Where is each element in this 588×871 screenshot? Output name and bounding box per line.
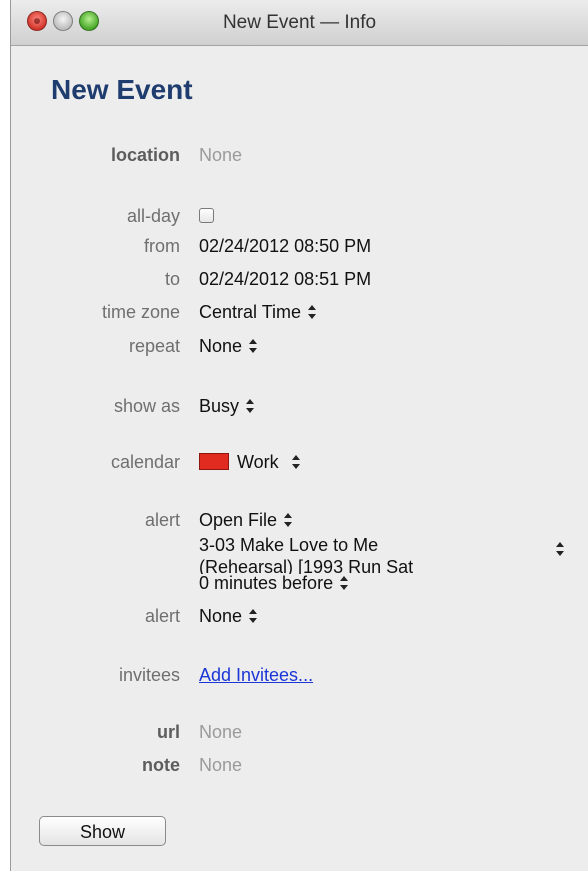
from-label: from bbox=[144, 236, 180, 256]
url-label: url bbox=[156, 722, 180, 742]
up-down-arrows-icon bbox=[283, 512, 293, 528]
to-label: to bbox=[164, 269, 180, 289]
all-day-label: all-day bbox=[126, 206, 180, 226]
to-date-field[interactable]: 02/24/2012 08:51 PM bbox=[199, 269, 371, 290]
alert-action-popup[interactable]: Open File bbox=[199, 510, 293, 531]
alert-timing-value: 0 minutes before bbox=[199, 573, 334, 593]
alert-file-popup[interactable]: 3-03 Make Love to Me (Rehearsal) [1993 R… bbox=[199, 534, 559, 574]
calendar-value: Work bbox=[237, 452, 279, 472]
time-zone-value: Central Time bbox=[199, 302, 302, 322]
repeat-label: repeat bbox=[128, 336, 180, 356]
calendar-color-swatch bbox=[199, 453, 229, 470]
alert-label: alert bbox=[144, 510, 180, 530]
add-invitees-link[interactable]: Add Invitees... bbox=[199, 665, 313, 686]
alert-file-line-2: (Rehearsal) [1993 Run Sat bbox=[199, 557, 414, 574]
show-as-label: show as bbox=[113, 396, 180, 416]
calendar-label: calendar bbox=[110, 452, 180, 472]
up-down-arrows-icon bbox=[307, 304, 317, 320]
alert-label-2: alert bbox=[144, 606, 180, 626]
window-title: New Event — Info bbox=[222, 12, 377, 33]
location-label: location bbox=[110, 145, 180, 165]
repeat-value: None bbox=[199, 336, 243, 356]
alert-timing-popup[interactable]: 0 minutes before bbox=[199, 573, 349, 594]
time-zone-label: time zone bbox=[101, 302, 180, 322]
show-as-popup[interactable]: Busy bbox=[199, 396, 255, 417]
up-down-arrows-icon bbox=[291, 454, 301, 470]
repeat-popup[interactable]: None bbox=[199, 336, 258, 357]
up-down-arrows-icon bbox=[248, 608, 258, 624]
time-zone-popup[interactable]: Central Time bbox=[199, 302, 317, 323]
note-label: note bbox=[142, 755, 180, 775]
up-down-arrows-icon bbox=[245, 398, 255, 414]
from-date-field[interactable]: 02/24/2012 08:50 PM bbox=[199, 236, 371, 257]
show-as-value: Busy bbox=[199, 396, 240, 416]
location-field[interactable]: None bbox=[199, 145, 242, 166]
url-field[interactable]: None bbox=[199, 722, 242, 743]
file-popup-arrows-icon[interactable] bbox=[555, 541, 565, 557]
invitees-label: invitees bbox=[118, 665, 180, 685]
title-bar[interactable]: New Event — Info bbox=[11, 0, 588, 46]
show-button[interactable]: Show bbox=[39, 816, 166, 846]
alert-file-line-1: 3-03 Make Love to Me bbox=[199, 535, 379, 555]
alert-action-value: Open File bbox=[199, 510, 278, 530]
all-day-checkbox[interactable] bbox=[199, 208, 214, 223]
alert-2-popup[interactable]: None bbox=[199, 606, 258, 627]
event-info-window: New Event — Info New Event location None… bbox=[10, 0, 588, 871]
calendar-popup[interactable]: Work bbox=[199, 452, 301, 473]
alert-2-value: None bbox=[199, 606, 243, 626]
note-field[interactable]: None bbox=[199, 755, 242, 776]
up-down-arrows-icon bbox=[248, 338, 258, 354]
event-title[interactable]: New Event bbox=[51, 74, 193, 106]
up-down-arrows-icon bbox=[339, 575, 349, 591]
